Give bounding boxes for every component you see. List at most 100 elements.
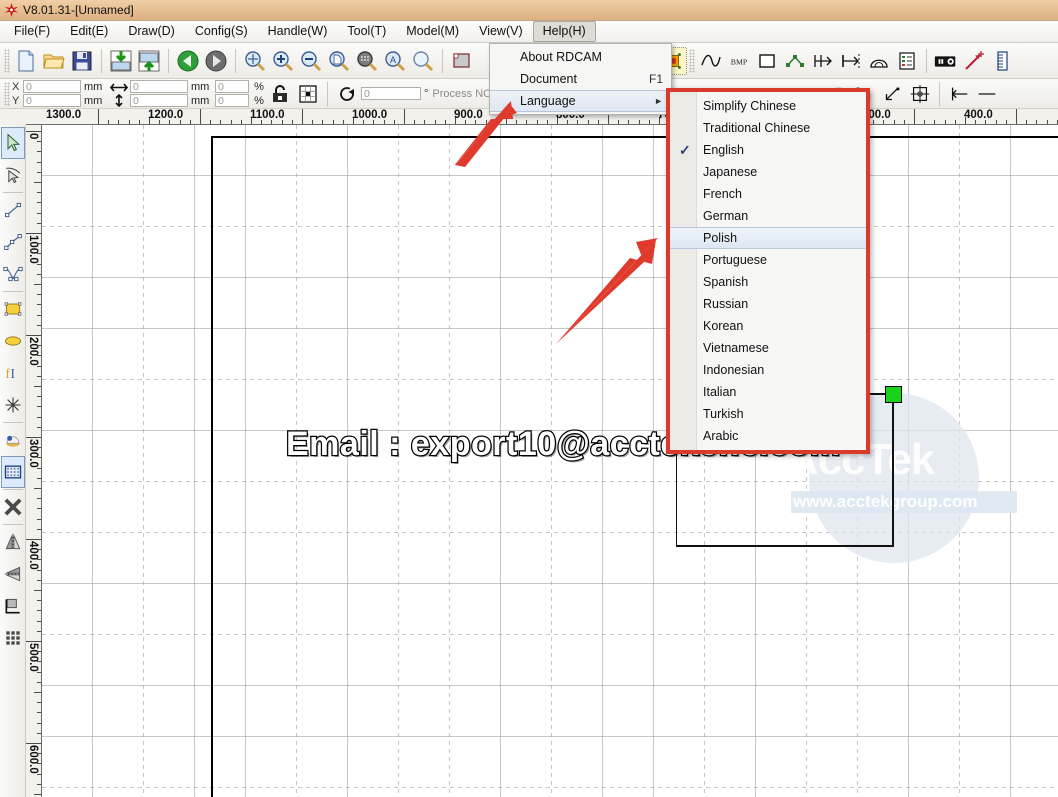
capture-image-tool[interactable] xyxy=(1,424,25,456)
menu-config[interactable]: Config(S) xyxy=(185,21,258,42)
menu-handle[interactable]: Handle(W) xyxy=(258,21,338,42)
redo-icon[interactable] xyxy=(202,47,230,75)
language-item-traditional-chinese[interactable]: Traditional Chinese xyxy=(670,117,866,139)
weld-icon[interactable] xyxy=(865,47,893,75)
open-file-icon[interactable] xyxy=(40,47,68,75)
language-item-french[interactable]: French xyxy=(670,183,866,205)
x-input[interactable]: 0 xyxy=(23,80,81,93)
mirror-horizontal-tool[interactable] xyxy=(1,526,25,558)
mirror-vertical-tool[interactable] xyxy=(1,558,25,590)
selection-handle[interactable] xyxy=(885,386,902,403)
help-dropdown-menu[interactable]: About RDCAM Document F1 Language ► xyxy=(489,43,672,115)
vertical-ruler[interactable]: 0 100.0 200.0 300.0 400.0 500.0 600.0 xyxy=(26,125,42,797)
line-tool[interactable] xyxy=(1,194,25,226)
lock-ratio-icon[interactable] xyxy=(266,80,294,108)
width-input[interactable]: 0 xyxy=(130,80,188,93)
scale-x-input[interactable]: 0 xyxy=(215,80,249,93)
language-item-german[interactable]: German xyxy=(670,205,866,227)
new-file-icon[interactable] xyxy=(12,47,40,75)
undo-icon[interactable] xyxy=(174,47,202,75)
language-item-portuguese[interactable]: Portuguese xyxy=(670,249,866,271)
language-item-japanese[interactable]: Japanese xyxy=(670,161,866,183)
menu-draw[interactable]: Draw(D) xyxy=(118,21,185,42)
y-input[interactable]: 0 xyxy=(23,94,81,107)
toolbar-grip[interactable] xyxy=(4,81,10,106)
menu-help[interactable]: Help(H) xyxy=(532,21,596,42)
align-left-icon[interactable] xyxy=(945,80,973,108)
toolbar-grip[interactable] xyxy=(689,48,695,73)
language-item-spanish[interactable]: Spanish xyxy=(670,271,866,293)
offset-icon[interactable] xyxy=(809,47,837,75)
zoom-pan-icon[interactable] xyxy=(241,47,269,75)
ruler-tick xyxy=(404,109,405,124)
layer-list-icon[interactable] xyxy=(893,47,921,75)
palette-separator xyxy=(2,489,23,490)
menu-model[interactable]: Model(M) xyxy=(396,21,469,42)
curve-tool[interactable] xyxy=(1,258,25,290)
zoom-all-icon[interactable]: A xyxy=(381,47,409,75)
node-edit-tool[interactable] xyxy=(1,159,25,191)
zoom-window-icon[interactable] xyxy=(409,47,437,75)
zoom-selection-icon[interactable] xyxy=(353,47,381,75)
language-item-turkish[interactable]: Turkish xyxy=(670,403,866,425)
menu-edit[interactable]: Edit(E) xyxy=(60,21,118,42)
language-item-russian[interactable]: Russian xyxy=(670,293,866,315)
language-item-english[interactable]: ✓ English xyxy=(670,139,866,161)
polyline-tool[interactable] xyxy=(1,226,25,258)
menu-item-about-rdcam[interactable]: About RDCAM xyxy=(490,46,671,68)
select-tool[interactable] xyxy=(0,127,25,159)
menu-file[interactable]: File(F) xyxy=(4,21,60,42)
toolbar-grip[interactable] xyxy=(4,48,10,73)
language-item-italian[interactable]: Italian xyxy=(670,381,866,403)
save-file-icon[interactable] xyxy=(68,47,96,75)
measure-icon[interactable] xyxy=(988,47,1016,75)
menu-item-language[interactable]: Language ► xyxy=(490,90,671,112)
process-no-label: Process NO: xyxy=(432,87,495,100)
zoom-out-icon[interactable] xyxy=(297,47,325,75)
align-right-icon[interactable] xyxy=(973,80,1001,108)
height-input[interactable]: 0 xyxy=(130,94,188,107)
rotate-icon[interactable] xyxy=(333,80,361,108)
bmp-icon[interactable]: BMP xyxy=(725,47,753,75)
menu-tool[interactable]: Tool(T) xyxy=(337,21,396,42)
ruler-tick xyxy=(37,559,41,561)
laser-path-icon[interactable] xyxy=(960,47,988,75)
menu-item-document[interactable]: Document F1 xyxy=(490,68,671,90)
curve-smooth-icon[interactable] xyxy=(697,47,725,75)
camera-icon[interactable] xyxy=(932,47,960,75)
language-item-arabic[interactable]: Arabic xyxy=(670,425,866,447)
menu-view[interactable]: View(V) xyxy=(469,21,533,42)
align-origin-tool[interactable] xyxy=(1,590,25,622)
align-bottom-left-icon[interactable] xyxy=(878,80,906,108)
angle-input[interactable]: 0 xyxy=(361,87,421,100)
rect-invert-icon[interactable] xyxy=(753,47,781,75)
node-merge-icon[interactable] xyxy=(781,47,809,75)
language-submenu[interactable]: Simplify Chinese Traditional Chinese ✓ En… xyxy=(666,88,870,454)
frame-icon[interactable] xyxy=(448,47,476,75)
import-icon[interactable] xyxy=(107,47,135,75)
rectangle-tool[interactable] xyxy=(1,293,25,325)
zoom-page-icon[interactable] xyxy=(325,47,353,75)
anchor-grid-icon[interactable] xyxy=(294,80,322,108)
language-item-korean[interactable]: Korean xyxy=(670,315,866,337)
align-center-icon[interactable] xyxy=(906,80,934,108)
bitmap-grid-tool[interactable] xyxy=(0,456,25,488)
point-tool[interactable] xyxy=(1,389,25,421)
array-tool[interactable] xyxy=(1,622,25,654)
ruler-label: 200.0 xyxy=(27,337,39,366)
export-icon[interactable] xyxy=(135,47,163,75)
language-item-vietnamese[interactable]: Vietnamese xyxy=(670,337,866,359)
ruler-tick xyxy=(37,202,41,204)
size-group: 0 mm 0 mm xyxy=(130,80,215,108)
ruler-tick xyxy=(312,120,314,124)
language-item-indonesian[interactable]: Indonesian xyxy=(670,359,866,381)
text-tool[interactable]: f I xyxy=(1,357,25,389)
language-item-polish[interactable]: Polish xyxy=(670,227,866,249)
shift-icon[interactable] xyxy=(837,47,865,75)
language-item-simplify-chinese[interactable]: Simplify Chinese xyxy=(670,95,866,117)
scale-y-input[interactable]: 0 xyxy=(215,94,249,107)
zoom-in-icon[interactable] xyxy=(269,47,297,75)
ruler-tick xyxy=(37,253,41,255)
ellipse-tool[interactable] xyxy=(1,325,25,357)
delete-tool[interactable] xyxy=(1,491,25,523)
